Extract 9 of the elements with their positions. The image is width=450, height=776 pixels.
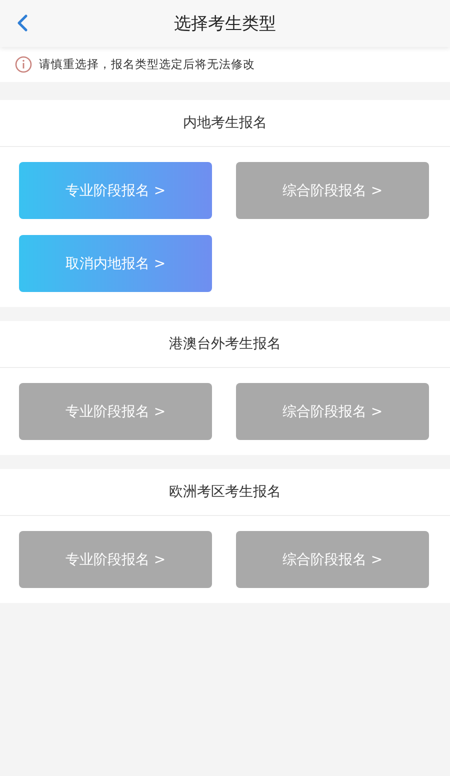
- back-icon[interactable]: [16, 14, 28, 32]
- register-button[interactable]: 专业阶段报名 >: [19, 162, 212, 219]
- info-icon: [15, 56, 32, 73]
- section-title: 港澳台外考生报名: [169, 335, 281, 353]
- notice-text: 请慎重选择，报名类型选定后将无法修改: [39, 57, 255, 72]
- register-button[interactable]: 取消内地报名 >: [19, 235, 212, 292]
- section-title: 欧洲考区考生报名: [169, 483, 281, 501]
- page-title: 选择考生类型: [174, 13, 276, 35]
- section-title: 内地考生报名: [183, 114, 267, 132]
